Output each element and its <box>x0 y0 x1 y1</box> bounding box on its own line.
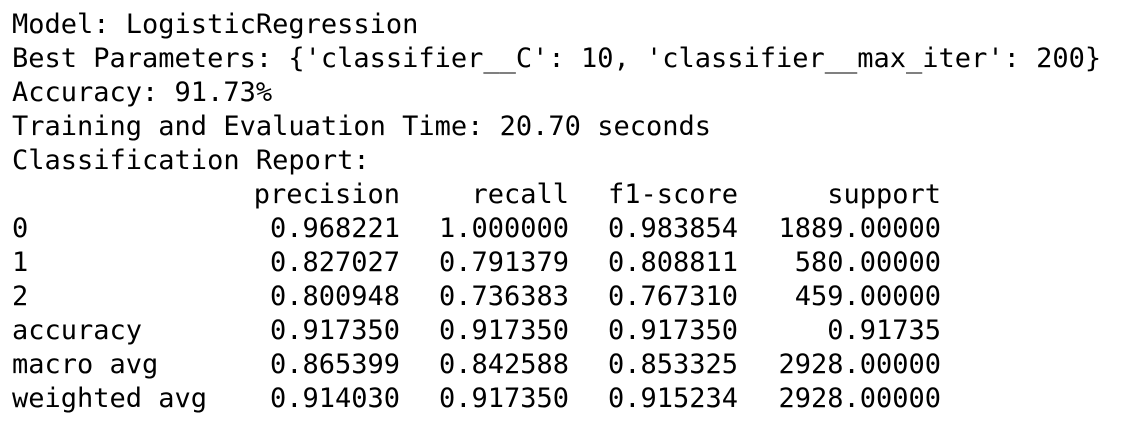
row-recall: 0.917350 <box>438 315 569 346</box>
row-label: macro avg <box>12 349 159 380</box>
row-label: accuracy <box>12 315 143 346</box>
row-recall: 0.736383 <box>438 281 569 312</box>
report-row-0: 0 0.968221 1.000000 0.983854 1889.00000 <box>12 212 1137 246</box>
accuracy-line: Accuracy: 91.73% <box>12 77 273 108</box>
row-precision: 0.914030 <box>269 383 400 414</box>
row-support: 1889.00000 <box>778 213 941 244</box>
row-support: 2928.00000 <box>778 383 941 414</box>
row-f1-score: 0.983854 <box>607 213 738 244</box>
terminal-output: Model: LogisticRegression Best Parameter… <box>12 8 1137 416</box>
row-recall: 0.917350 <box>438 383 569 414</box>
row-f1-score: 0.917350 <box>607 315 738 346</box>
report-row-2: 2 0.800948 0.736383 0.767310 459.00000 <box>12 280 1137 314</box>
row-precision: 0.865399 <box>269 349 400 380</box>
best-parameters-line: Best Parameters: {'classifier__C': 10, '… <box>12 43 1102 74</box>
report-row-weighted-avg: weighted avg 0.914030 0.917350 0.915234 … <box>12 382 1137 416</box>
model-line: Model: LogisticRegression <box>12 9 419 40</box>
header-precision: precision <box>253 179 400 210</box>
report-title: Classification Report: <box>12 145 370 176</box>
row-f1-score: 0.853325 <box>607 349 738 380</box>
row-precision: 0.827027 <box>269 247 400 278</box>
time-line: Training and Evaluation Time: 20.70 seco… <box>12 111 711 142</box>
row-precision: 0.800948 <box>269 281 400 312</box>
row-support: 459.00000 <box>794 281 941 312</box>
row-label: 1 <box>12 247 29 278</box>
report-row-accuracy: accuracy 0.917350 0.917350 0.917350 0.91… <box>12 314 1137 348</box>
header-support: support <box>827 179 941 210</box>
row-support: 2928.00000 <box>778 349 941 380</box>
header-recall: recall <box>471 179 569 210</box>
row-support: 580.00000 <box>794 247 941 278</box>
row-recall: 1.000000 <box>438 213 569 244</box>
classification-report-table: precision recall f1-score support 0 0.96… <box>12 178 1137 416</box>
row-recall: 0.791379 <box>438 247 569 278</box>
row-f1-score: 0.915234 <box>607 383 738 414</box>
report-header-row: precision recall f1-score support <box>12 178 1137 212</box>
row-label: 0 <box>12 213 29 244</box>
header-label <box>12 178 248 212</box>
row-precision: 0.968221 <box>269 213 400 244</box>
report-row-macro-avg: macro avg 0.865399 0.842588 0.853325 292… <box>12 348 1137 382</box>
row-support: 0.91735 <box>827 315 941 346</box>
header-f1-score: f1-score <box>607 179 738 210</box>
row-label: 2 <box>12 281 29 312</box>
row-f1-score: 0.767310 <box>607 281 738 312</box>
row-f1-score: 0.808811 <box>607 247 738 278</box>
row-label: weighted avg <box>12 383 208 414</box>
row-recall: 0.842588 <box>438 349 569 380</box>
row-precision: 0.917350 <box>269 315 400 346</box>
report-row-1: 1 0.827027 0.791379 0.808811 580.00000 <box>12 246 1137 280</box>
